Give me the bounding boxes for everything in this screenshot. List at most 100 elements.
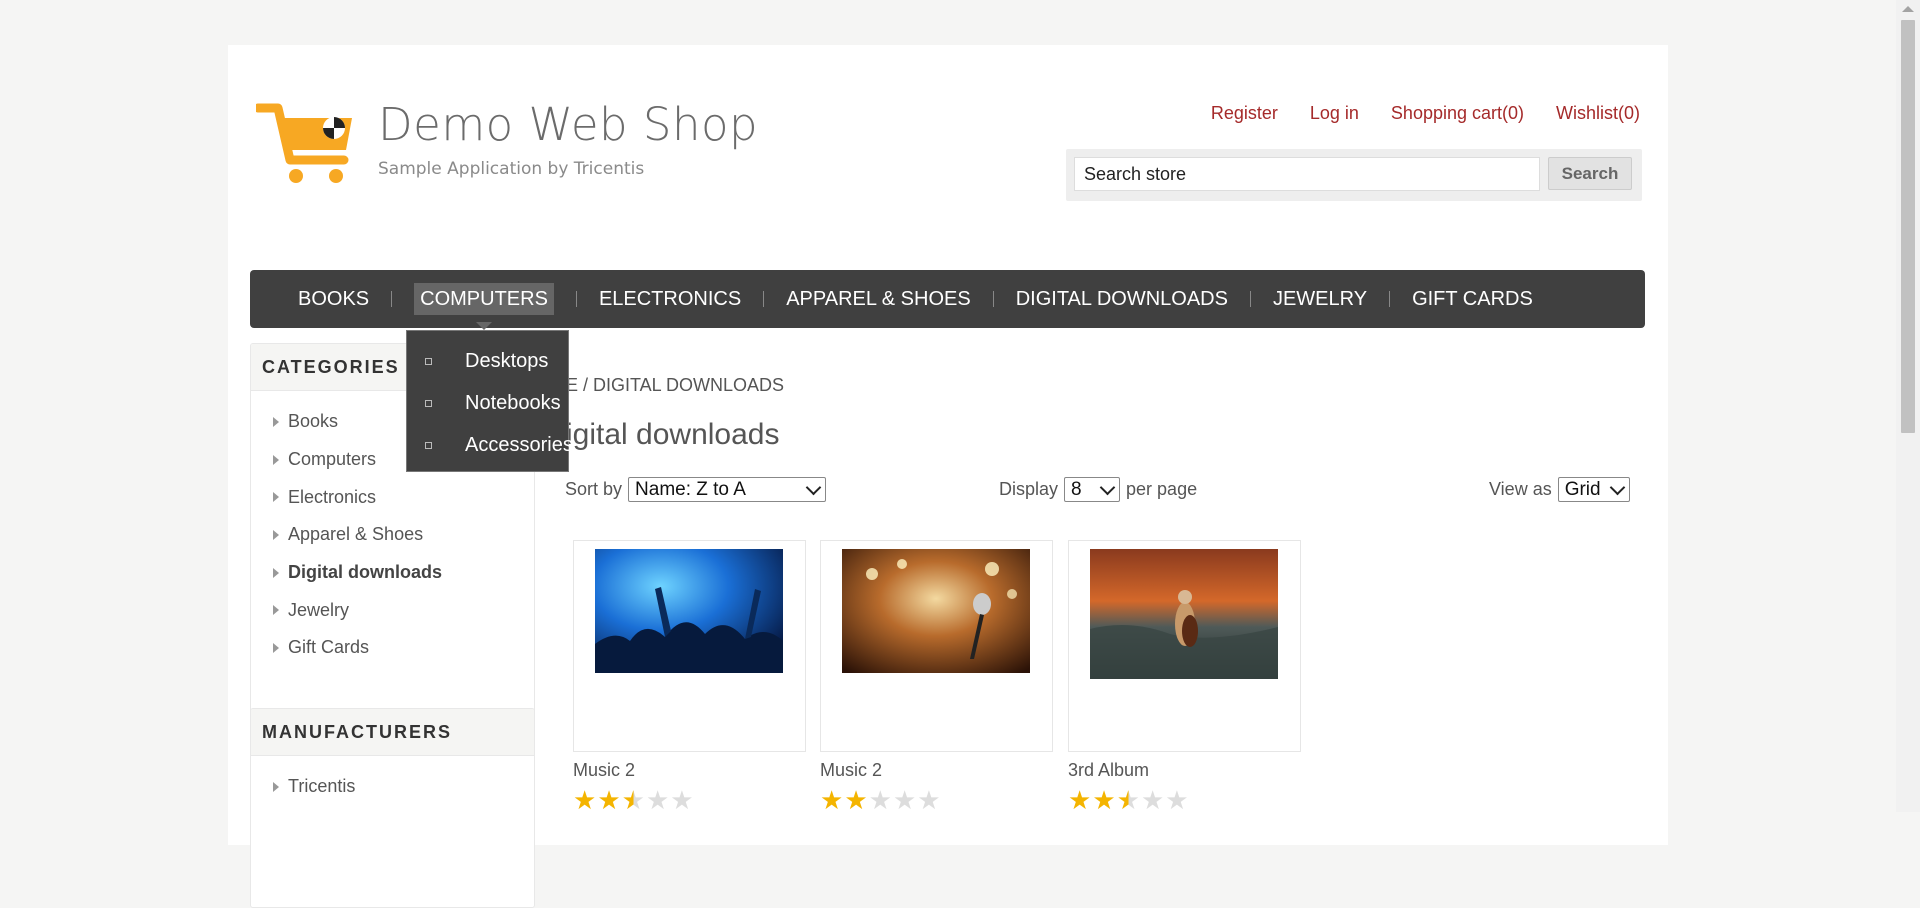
menu-item-jewelry[interactable]: JEWELRY <box>1251 288 1389 311</box>
menu-item-books[interactable]: BOOKS <box>276 288 391 311</box>
star-half-icon: ★ <box>621 785 645 815</box>
search-box: Search store Search <box>1066 149 1642 201</box>
manufacturers-block: MANUFACTURERS Tricentis <box>250 708 535 908</box>
bullet-icon <box>425 357 432 365</box>
page-size-value: 8 <box>1071 478 1082 500</box>
category-label: Electronics <box>288 486 377 507</box>
arrow-right-icon <box>273 416 279 427</box>
sort-control: Sort by Name: Z to A <box>565 477 827 502</box>
product-item[interactable]: Music 2 ★ ★ ★ ★ ★ <box>573 540 806 813</box>
chevron-down-icon <box>1099 479 1116 495</box>
chevron-down-icon <box>805 479 822 495</box>
category-digital-downloads[interactable]: Digital downloads <box>251 554 534 592</box>
wishlist-link[interactable]: Wishlist(0) <box>1556 103 1640 124</box>
arrow-right-icon <box>273 492 279 503</box>
star-icon: ★ <box>1068 785 1092 815</box>
sort-label: Sort by <box>565 479 623 499</box>
star-icon: ★ <box>1092 785 1116 815</box>
star-icon: ★ <box>844 785 868 815</box>
sort-select[interactable]: Name: Z to A <box>628 477 827 502</box>
category-electronics[interactable]: Electronics <box>251 478 534 516</box>
computers-dropdown-menu: Desktops Notebooks Accessories <box>406 330 573 472</box>
menu-item-electronics[interactable]: ELECTRONICS <box>577 288 763 311</box>
page-size-select[interactable]: 8 <box>1064 477 1121 502</box>
product-title[interactable]: Music 2 <box>573 760 806 781</box>
view-mode-control: View as Grid <box>1489 477 1630 502</box>
menu-item-apparel-shoes[interactable]: APPAREL & SHOES <box>764 288 993 311</box>
product-item[interactable]: Music 2 ★ ★ ★ ★ ★ <box>820 540 1053 813</box>
menu-label: ELECTRONICS <box>598 287 742 310</box>
star-icon: ★ <box>892 785 917 815</box>
product-title[interactable]: 3rd Album <box>1068 760 1301 781</box>
star-icon: ★ <box>670 785 694 815</box>
star-icon: ★ <box>1165 785 1189 815</box>
cellist-sea-image[interactable] <box>1090 549 1278 679</box>
view-mode-select[interactable]: Grid <box>1557 477 1630 502</box>
star-icon: ★ <box>868 785 892 815</box>
scrollbar[interactable] <box>1896 0 1920 812</box>
arrow-right-icon <box>273 454 279 465</box>
menu-label: APPAREL & SHOES <box>786 287 971 310</box>
arrow-right-icon <box>273 605 279 616</box>
category-label: Apparel & Shoes <box>288 524 424 545</box>
microphone-image[interactable] <box>842 549 1030 673</box>
shopping-cart-link[interactable]: Shopping cart(0) <box>1391 103 1524 124</box>
scrollbar-thumb[interactable] <box>1901 20 1915 433</box>
bullet-icon <box>425 399 432 407</box>
view-label: View as <box>1489 479 1552 499</box>
star-icon: ★ <box>820 785 844 815</box>
menu-item-computers[interactable]: COMPUTERS <box>392 282 576 330</box>
arrow-right-icon <box>273 529 279 540</box>
search-button[interactable]: Search <box>1548 157 1632 190</box>
logo-cart-icon[interactable] <box>253 100 358 191</box>
arrow-right-icon <box>273 642 279 653</box>
logo-title: Demo Web Shop <box>378 98 759 151</box>
menu-label: GIFT CARDS <box>1412 287 1533 310</box>
dropdown-item-notebooks[interactable]: Notebooks <box>425 382 561 424</box>
logo-text[interactable]: Demo Web Shop Sample Application by Tric… <box>378 98 758 179</box>
search-input[interactable]: Search store <box>1074 157 1540 191</box>
product-image-frame[interactable] <box>820 540 1053 752</box>
category-label: Books <box>288 411 339 432</box>
category-label: Gift Cards <box>288 637 370 658</box>
menu-item-digital-downloads[interactable]: DIGITAL DOWNLOADS <box>994 288 1250 311</box>
dropdown-item-accessories[interactable]: Accessories <box>425 424 573 466</box>
rating-stars: ★ ★ ★ ★ ★ <box>573 787 806 813</box>
dropdown-item-desktops[interactable]: Desktops <box>425 340 548 382</box>
product-item[interactable]: 3rd Album ★ ★ ★ ★ ★ <box>1068 540 1301 813</box>
star-icon: ★ <box>917 785 941 815</box>
sort-value: Name: Z to A <box>635 478 746 500</box>
category-gift-cards[interactable]: Gift Cards <box>251 629 534 667</box>
manufacturer-tricentis[interactable]: Tricentis <box>251 768 534 806</box>
star-icon: ★ <box>645 785 670 815</box>
rating-stars: ★ ★ ★ ★ ★ <box>820 787 1053 813</box>
category-label: Digital downloads <box>288 562 443 583</box>
arrow-right-icon <box>273 781 279 792</box>
menu-label: COMPUTERS <box>414 282 554 315</box>
star-icon: ★ <box>1140 785 1165 815</box>
product-image-frame[interactable] <box>1068 540 1301 752</box>
display-label: Display <box>999 479 1059 499</box>
concert-crowd-image[interactable] <box>595 549 783 673</box>
dropdown-label: Notebooks <box>465 391 561 414</box>
category-label: Computers <box>288 449 377 470</box>
menu-item-gift-cards[interactable]: GIFT CARDS <box>1390 288 1555 311</box>
bullet-icon <box>425 441 432 449</box>
manufacturers-title: MANUFACTURERS <box>251 709 534 756</box>
view-mode-value: Grid <box>1564 478 1601 500</box>
scroll-up-arrow-icon[interactable] <box>1902 6 1914 12</box>
menu-label: DIGITAL DOWNLOADS <box>1015 287 1228 310</box>
category-jewelry[interactable]: Jewelry <box>251 591 534 629</box>
logo-subtitle: Sample Application by Tricentis <box>378 159 645 179</box>
breadcrumb[interactable]: E / DIGITAL DOWNLOADS <box>566 375 784 396</box>
star-icon: ★ <box>597 785 621 815</box>
category-label: Jewelry <box>288 599 350 620</box>
register-link[interactable]: Register <box>1211 103 1278 124</box>
menu-label: BOOKS <box>298 287 370 310</box>
login-link[interactable]: Log in <box>1310 103 1359 124</box>
product-image-frame[interactable] <box>573 540 806 752</box>
category-apparel-shoes[interactable]: Apparel & Shoes <box>251 516 534 554</box>
product-title[interactable]: Music 2 <box>820 760 1053 781</box>
top-menu: BOOKS COMPUTERS ELECTRONICS APPAREL & SH… <box>250 270 1645 330</box>
dropdown-label: Desktops <box>465 349 549 372</box>
